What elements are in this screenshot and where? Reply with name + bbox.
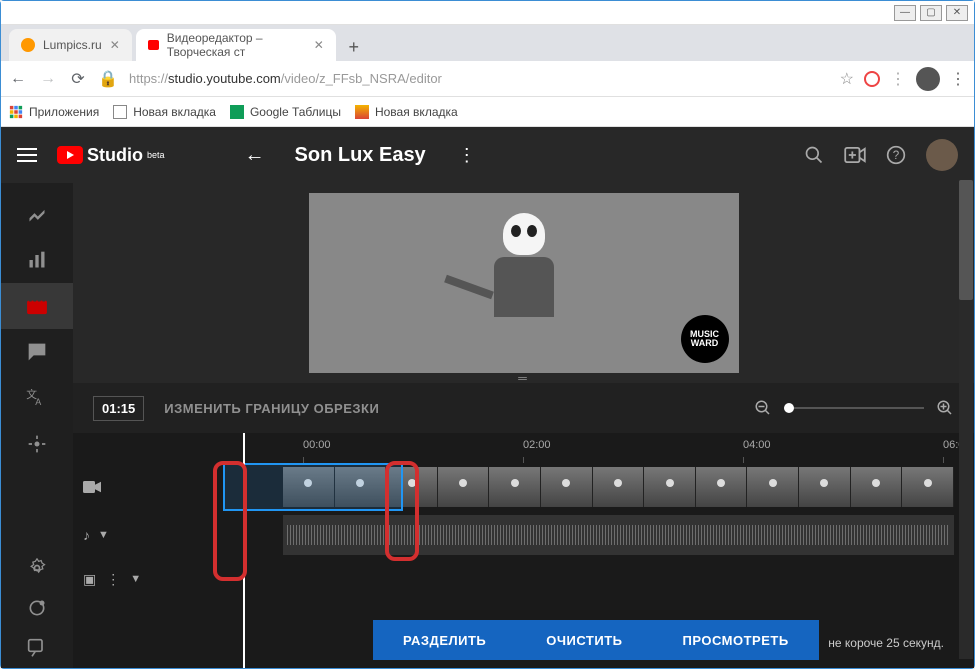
favicon-youtube-icon (148, 40, 159, 50)
sidebar-item-whatsnew[interactable] (1, 588, 73, 628)
timeline-controls: 01:15 ИЗМЕНИТЬ ГРАНИЦУ ОБРЕЗКИ (73, 383, 974, 433)
window-maximize-button[interactable]: ▢ (920, 5, 942, 21)
studio-logo[interactable]: Studiobeta (57, 145, 165, 166)
create-video-icon[interactable] (844, 147, 866, 163)
chevron-down-icon[interactable]: ▼ (130, 573, 141, 585)
star-icon[interactable]: ☆ (840, 69, 854, 89)
time-mark: 00:00 (303, 439, 331, 451)
browser-tabs: Lumpics.ru ✕ Видеоредактор – Творческая … (1, 25, 974, 61)
tab-title: Видеоредактор – Творческая ст (167, 31, 306, 59)
time-mark: 02:00 (523, 439, 551, 451)
sidebar-item-editor[interactable] (1, 283, 73, 329)
window-titlebar: — ▢ ✕ (1, 1, 974, 25)
search-icon[interactable] (804, 145, 824, 165)
zoom-slider[interactable] (784, 407, 924, 409)
sidebar-item-monetization[interactable] (1, 421, 73, 467)
bookmark-item[interactable]: Google Таблицы (230, 105, 341, 119)
studio-header: Studiobeta ← Son Lux Easy ⋮ ? (1, 127, 974, 183)
hamburger-icon[interactable] (17, 148, 37, 162)
timeline[interactable]: 00:00 02:00 04:00 06:06 (73, 433, 974, 668)
sidebar-item-subtitles[interactable]: 文A (1, 375, 73, 421)
sidebar-item-details[interactable] (1, 191, 73, 237)
url-input[interactable]: https://studio.youtube.com/video/z_FFsb_… (129, 71, 828, 86)
extension-icon[interactable]: ⋮ (890, 69, 906, 89)
more-icon[interactable]: ⋮ (106, 571, 120, 588)
endscreen-icon: ▣ (83, 571, 96, 588)
browser-tab-active[interactable]: Видеоредактор – Творческая ст ✕ (136, 29, 336, 61)
sidebar: 文A (1, 183, 73, 668)
back-button[interactable]: ← (245, 144, 265, 167)
bookmark-item[interactable]: Новая вкладка (113, 105, 216, 119)
window-minimize-button[interactable]: — (894, 5, 916, 21)
youtube-play-icon (57, 146, 83, 164)
video-track-icon (83, 481, 101, 493)
tab-close-icon[interactable]: ✕ (110, 38, 120, 52)
trim-action-bar: РАЗДЕЛИТЬ ОЧИСТИТЬ ПРОСМОТРЕТЬ (373, 620, 819, 660)
endscreen-track[interactable]: ▣ ⋮ ▼ (153, 559, 974, 599)
audio-track[interactable]: ♪ ▼ (153, 511, 974, 559)
trim-boundary-label[interactable]: ИЗМЕНИТЬ ГРАНИЦУ ОБРЕЗКИ (164, 401, 379, 416)
sidebar-item-settings[interactable] (1, 548, 73, 588)
sidebar-item-comments[interactable] (1, 329, 73, 375)
address-bar: ← → ⟳ 🔒 https://studio.youtube.com/video… (1, 61, 974, 97)
time-ruler[interactable]: 00:00 02:00 04:00 06:06 (153, 433, 974, 463)
svg-text:?: ? (893, 149, 900, 162)
timecode-display[interactable]: 01:15 (93, 396, 144, 421)
preview-button[interactable]: ПРОСМОТРЕТЬ (652, 620, 818, 660)
watermark-badge: MUSIC WARD (681, 315, 729, 363)
zoom-out-icon[interactable] (754, 399, 772, 417)
time-mark: 04:00 (743, 439, 771, 451)
window-close-button[interactable]: ✕ (946, 5, 968, 21)
split-button[interactable]: РАЗДЕЛИТЬ (373, 620, 516, 660)
nav-reload-button[interactable]: ⟳ (69, 70, 87, 88)
page-title: Son Lux Easy (295, 144, 426, 167)
bookmark-item[interactable]: Новая вкладка (355, 105, 458, 119)
video-clip[interactable] (283, 467, 954, 507)
chevron-down-icon[interactable]: ▼ (98, 529, 109, 541)
nav-back-button[interactable]: ← (9, 70, 27, 88)
svg-text:A: A (35, 397, 41, 407)
clear-button[interactable]: ОЧИСТИТЬ (516, 620, 652, 660)
sidebar-item-feedback[interactable] (1, 628, 73, 668)
profile-avatar[interactable] (916, 67, 940, 91)
favicon-icon (21, 38, 35, 52)
resize-handle-icon[interactable]: ═ (518, 371, 529, 385)
account-avatar[interactable] (926, 139, 958, 171)
audio-clip[interactable] (283, 515, 954, 555)
bookmarks-bar: Приложения Новая вкладка Google Таблицы … (1, 97, 974, 127)
lock-icon: 🔒 (99, 70, 117, 88)
browser-tab[interactable]: Lumpics.ru ✕ (9, 29, 132, 61)
menu-icon[interactable]: ⋮ (950, 69, 966, 89)
zoom-in-icon[interactable] (936, 399, 954, 417)
playhead[interactable] (243, 433, 245, 668)
audio-track-icon: ♪ (83, 527, 90, 543)
tab-title: Lumpics.ru (43, 38, 102, 52)
tab-close-icon[interactable]: ✕ (314, 38, 324, 52)
more-options-button[interactable]: ⋮ (458, 145, 476, 166)
sidebar-item-analytics[interactable] (1, 237, 73, 283)
video-preview[interactable]: MUSIC WARD ═ (73, 183, 974, 383)
hint-text: не короче 25 секунд. (828, 636, 944, 650)
help-icon[interactable]: ? (886, 145, 906, 165)
preview-frame: MUSIC WARD (309, 193, 739, 373)
nav-forward-button[interactable]: → (39, 70, 57, 88)
opera-icon[interactable] (864, 71, 880, 87)
vertical-scrollbar[interactable] (959, 183, 973, 659)
apps-button[interactable]: Приложения (9, 105, 99, 119)
new-tab-button[interactable]: + (340, 33, 368, 61)
video-track[interactable] (153, 463, 974, 511)
